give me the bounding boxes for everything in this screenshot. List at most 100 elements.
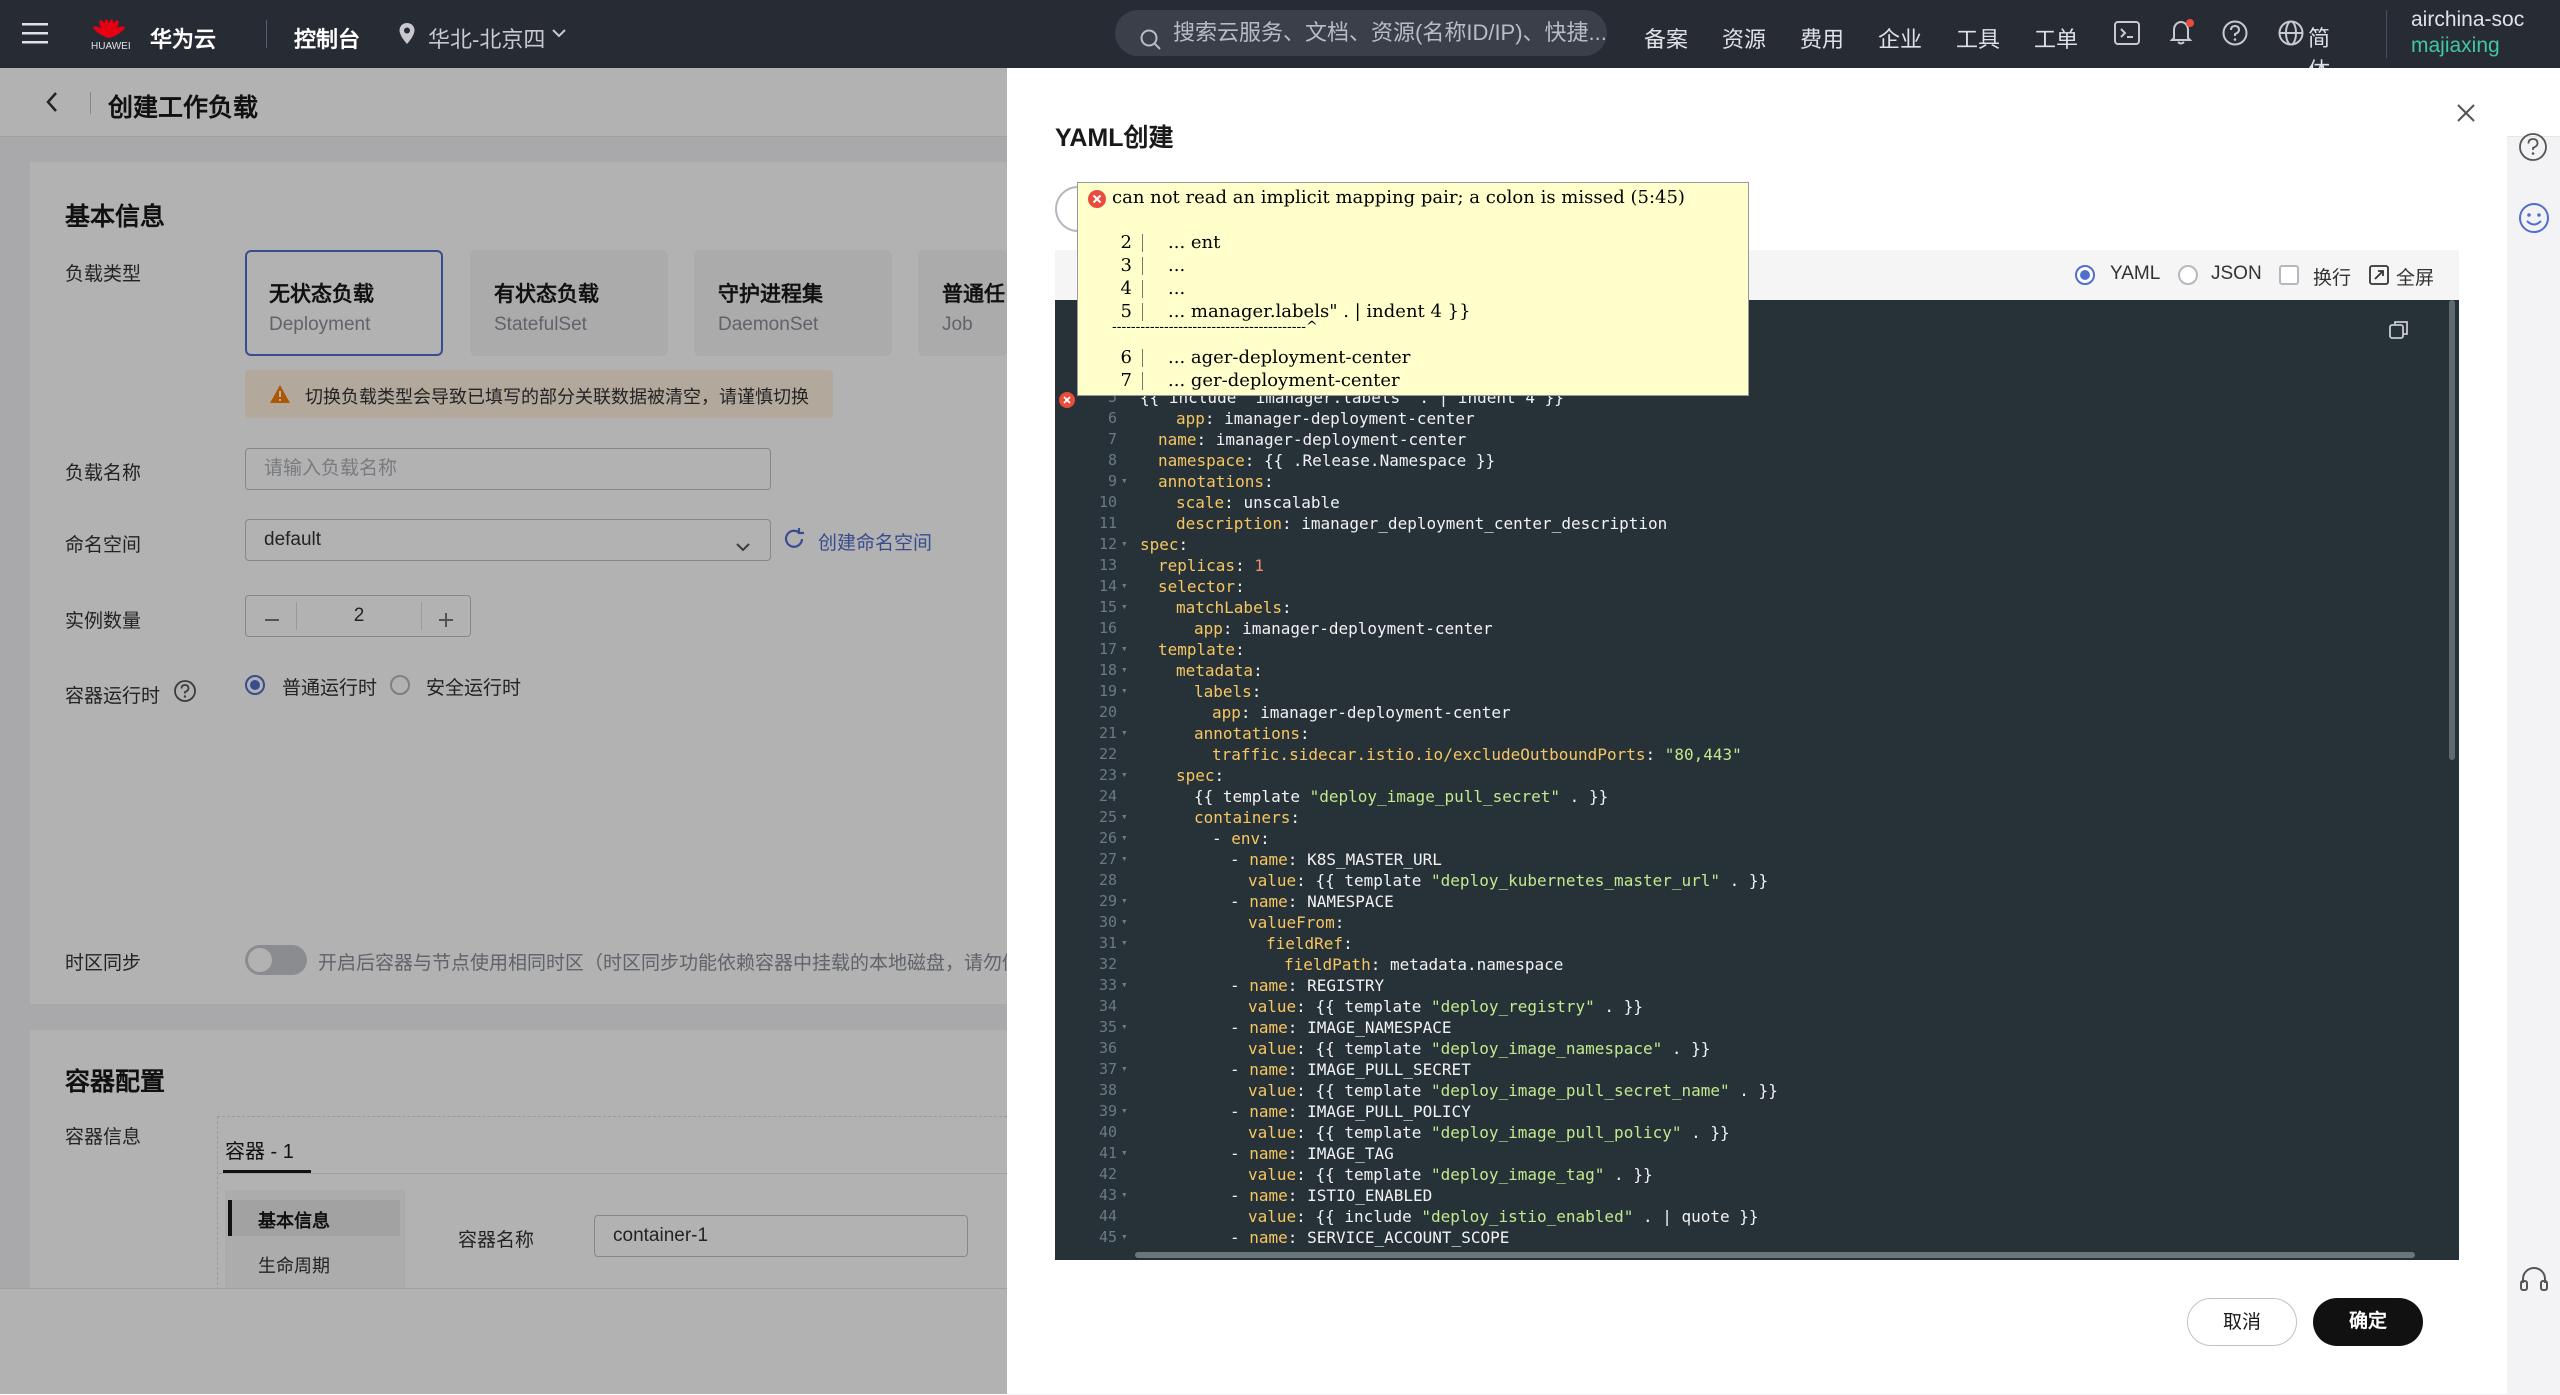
code-line[interactable]: labels: (1194, 682, 1261, 701)
code-line[interactable]: - env: (1212, 829, 1270, 848)
code-line[interactable]: value: {{ template "deploy_image_pull_po… (1248, 1123, 1730, 1142)
code-line[interactable]: value: {{ template "deploy_image_tag" . … (1248, 1165, 1653, 1184)
fold-arrow-icon[interactable]: ▾ (1121, 474, 1128, 487)
fold-arrow-icon[interactable]: ▾ (1121, 537, 1128, 550)
nav-item-billing[interactable]: 费用 (1800, 22, 1844, 54)
code-line[interactable]: selector: (1158, 577, 1245, 596)
code-line[interactable]: - name: SERVICE_ACCOUNT_SCOPE (1230, 1228, 1509, 1247)
nav-item-filing[interactable]: 备案 (1644, 22, 1688, 54)
close-icon[interactable] (2455, 102, 2477, 129)
nav-item-resources[interactable]: 资源 (1722, 22, 1766, 54)
fold-arrow-icon[interactable]: ▾ (1121, 579, 1128, 592)
fold-arrow-icon[interactable]: ▾ (1121, 600, 1128, 613)
cancel-button[interactable]: 取消 (2187, 1298, 2297, 1346)
code-line[interactable]: value: {{ template "deploy_image_namespa… (1248, 1039, 1710, 1058)
code-line[interactable]: app: imanager-deployment-center (1212, 703, 1511, 722)
fold-arrow-icon[interactable]: ▾ (1121, 663, 1128, 676)
yaml-code-editor[interactable]: 5{{ include imanager.labels . | indent 4… (1055, 300, 2459, 1260)
nav-item-enterprise[interactable]: 企业 (1878, 22, 1922, 54)
fullscreen-label[interactable]: 全屏 (2396, 263, 2434, 290)
horizontal-scrollbar[interactable] (1135, 1252, 2415, 1258)
vertical-scrollbar[interactable] (2449, 300, 2455, 760)
code-line[interactable]: description: imanager_deployment_center_… (1176, 514, 1667, 533)
code-line[interactable]: fieldRef: (1266, 934, 1353, 953)
code-line[interactable]: annotations: (1194, 724, 1310, 743)
fold-arrow-icon[interactable]: ▾ (1121, 726, 1128, 739)
modal-backdrop[interactable] (0, 68, 1007, 1394)
brand-name[interactable]: 华为云 (150, 22, 216, 54)
code-line[interactable]: - name: ISTIO_ENABLED (1230, 1186, 1432, 1205)
code-line[interactable]: namespace: {{ .Release.Namespace }} (1158, 451, 1495, 470)
format-yaml-label[interactable]: YAML (2110, 263, 2160, 285)
fold-arrow-icon[interactable]: ▾ (1121, 915, 1128, 928)
code-line[interactable]: - name: IMAGE_PULL_POLICY (1230, 1102, 1471, 1121)
code-token: template (1158, 640, 1236, 659)
fold-arrow-icon[interactable]: ▾ (1121, 642, 1128, 655)
format-json-radio[interactable] (2178, 265, 2198, 285)
code-line[interactable]: scale: unscalable (1176, 493, 1340, 512)
code-line[interactable]: traffic.sidecar.istio.io/excludeOutbound… (1212, 745, 1742, 764)
fold-arrow-icon[interactable]: ▾ (1121, 1230, 1128, 1243)
language-selector[interactable]: 简体 (2278, 20, 2350, 83)
fold-arrow-icon[interactable]: ▾ (1121, 684, 1128, 697)
code-line[interactable]: value: {{ template "deploy_image_pull_se… (1248, 1081, 1778, 1100)
fold-arrow-icon[interactable]: ▾ (1121, 1104, 1128, 1117)
fold-arrow-icon[interactable]: ▾ (1121, 810, 1128, 823)
fold-arrow-icon[interactable]: ▾ (1121, 852, 1128, 865)
code-line[interactable]: containers: (1194, 808, 1300, 827)
code-line[interactable]: value: {{ include "deploy_istio_enabled"… (1248, 1207, 1759, 1226)
code-line[interactable]: - name: NAMESPACE (1230, 892, 1394, 911)
wrap-checkbox[interactable] (2279, 265, 2299, 285)
huawei-logo-icon[interactable] (88, 8, 130, 38)
code-line[interactable]: template: (1158, 640, 1245, 659)
fold-arrow-icon[interactable]: ▾ (1121, 1188, 1128, 1201)
fold-arrow-icon[interactable]: ▾ (1121, 1062, 1128, 1075)
menu-icon[interactable] (22, 20, 48, 46)
code-line[interactable]: fieldPath: metadata.namespace (1284, 955, 1563, 974)
code-line[interactable]: - name: IMAGE_TAG (1230, 1144, 1394, 1163)
headset-support-icon[interactable] (2518, 1265, 2550, 1302)
code-line[interactable]: matchLabels: (1176, 598, 1292, 617)
code-line[interactable]: - name: K8S_MASTER_URL (1230, 850, 1442, 869)
code-line[interactable]: value: {{ template "deploy_registry" . }… (1248, 997, 1643, 1016)
wrap-label[interactable]: 换行 (2313, 263, 2351, 290)
format-yaml-radio[interactable] (2075, 265, 2095, 285)
code-line[interactable]: spec: (1140, 535, 1188, 554)
code-line[interactable]: name: imanager-deployment-center (1158, 430, 1466, 449)
code-line[interactable]: - name: REGISTRY (1230, 976, 1384, 995)
copy-icon[interactable] (2387, 318, 2411, 347)
code-line[interactable]: - name: IMAGE_PULL_SECRET (1230, 1060, 1471, 1079)
code-line[interactable]: {{ template "deploy_image_pull_secret" .… (1194, 787, 1608, 806)
fold-arrow-icon[interactable]: ▾ (1121, 894, 1128, 907)
code-line[interactable]: annotations: (1158, 472, 1274, 491)
fold-arrow-icon[interactable]: ▾ (1121, 978, 1128, 991)
fold-arrow-icon[interactable]: ▾ (1121, 831, 1128, 844)
user-name[interactable]: majiaxing (2411, 34, 2500, 58)
global-search-input[interactable]: 搜索云服务、文档、资源(名称ID/IP)、快捷... (1115, 10, 1607, 56)
confirm-button[interactable]: 确定 (2313, 1298, 2423, 1346)
fold-arrow-icon[interactable]: ▾ (1121, 1146, 1128, 1159)
help-icon[interactable] (2518, 132, 2548, 167)
fold-arrow-icon[interactable]: ▾ (1121, 1020, 1128, 1033)
notification-bell-icon[interactable] (2168, 18, 2196, 51)
fold-arrow-icon[interactable]: ▾ (1121, 936, 1128, 949)
fullscreen-icon[interactable] (2368, 264, 2390, 291)
code-line[interactable]: valueFrom: (1248, 913, 1344, 932)
code-line[interactable]: - name: IMAGE_NAMESPACE (1230, 1018, 1452, 1037)
fold-arrow-icon[interactable]: ▾ (1121, 768, 1128, 781)
code-line[interactable]: metadata: (1176, 661, 1263, 680)
console-link[interactable]: 控制台 (294, 22, 360, 54)
code-line[interactable]: spec: (1176, 766, 1224, 785)
code-line[interactable]: app: imanager-deployment-center (1176, 409, 1475, 428)
cloud-shell-icon[interactable] (2114, 21, 2140, 50)
nav-item-tools[interactable]: 工具 (1956, 22, 2000, 54)
code-line[interactable]: value: {{ template "deploy_kubernetes_ma… (1248, 871, 1768, 890)
smiley-feedback-icon[interactable] (2518, 202, 2550, 239)
nav-item-tickets[interactable]: 工单 (2034, 22, 2078, 54)
help-icon[interactable] (2222, 20, 2248, 51)
code-line[interactable]: app: imanager-deployment-center (1194, 619, 1493, 638)
code-line[interactable]: replicas: 1 (1158, 556, 1264, 575)
account-name[interactable]: airchina-soc (2411, 8, 2524, 32)
error-marker-icon[interactable] (1059, 392, 1075, 408)
format-json-label[interactable]: JSON (2211, 263, 2262, 285)
